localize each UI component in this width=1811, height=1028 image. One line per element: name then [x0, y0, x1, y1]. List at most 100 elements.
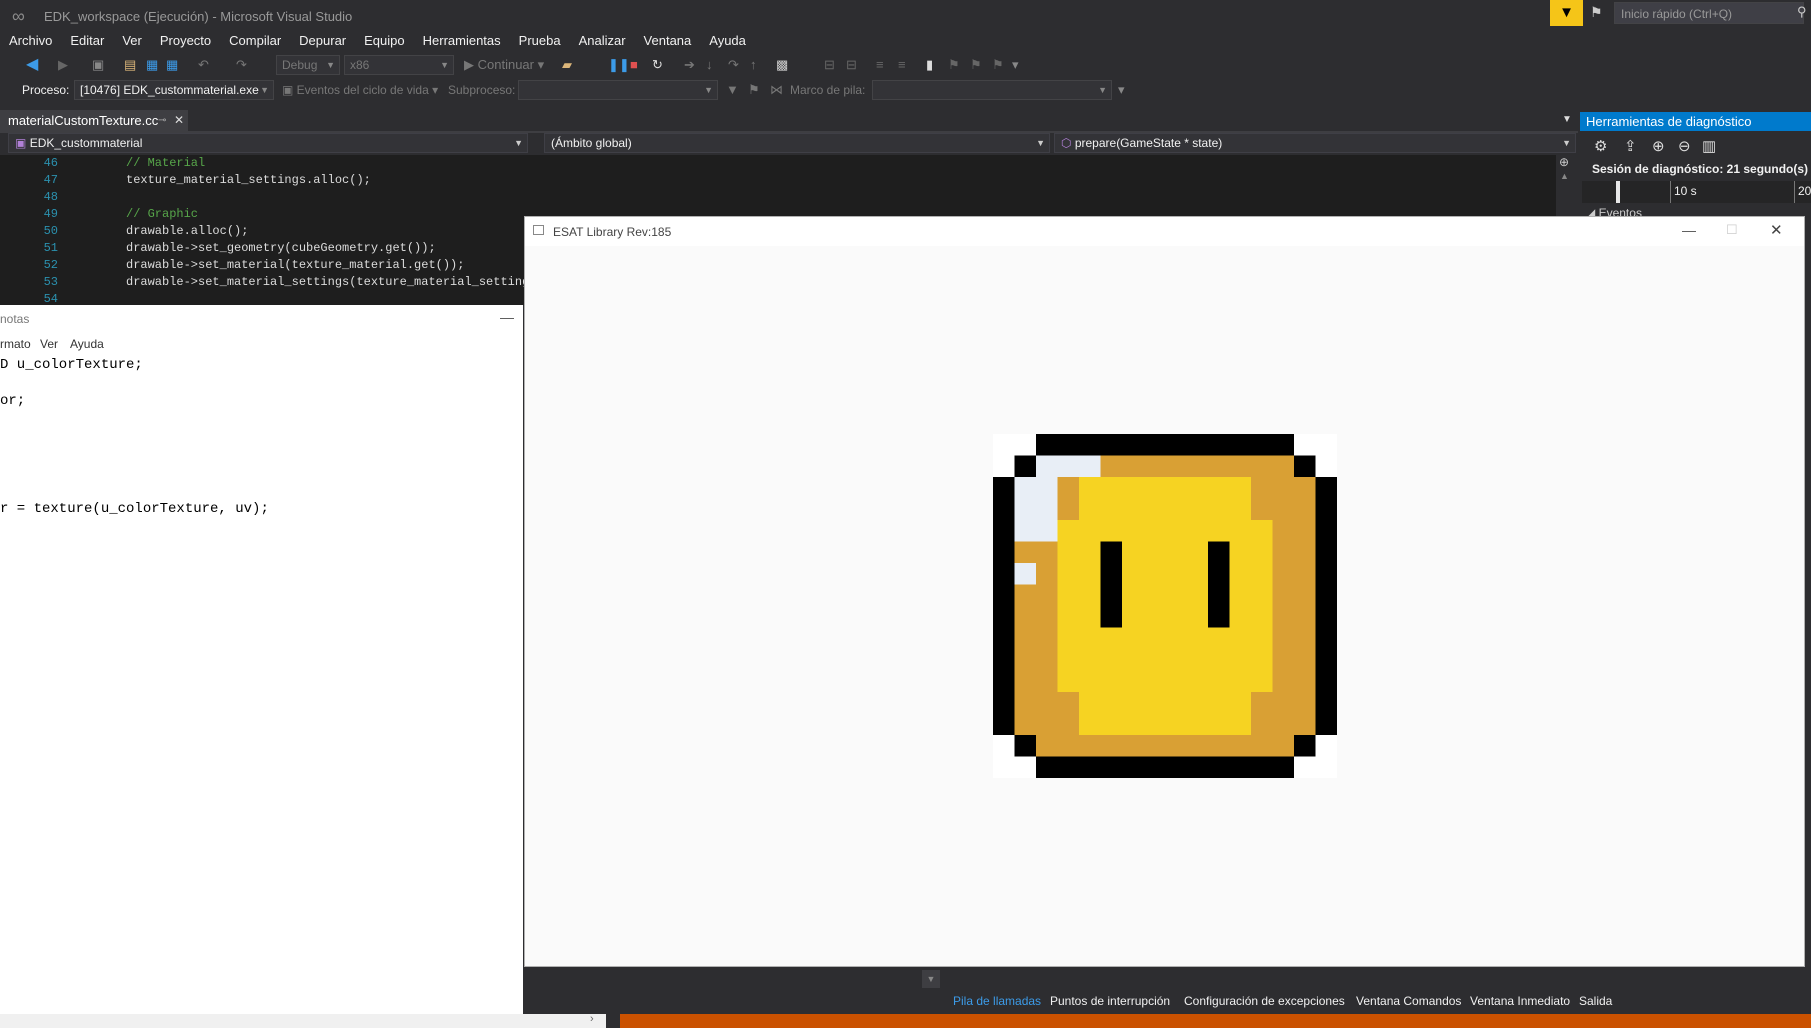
code-line[interactable]: // Graphic: [126, 207, 198, 221]
feedback-icon[interactable]: ⚑: [1590, 4, 1610, 22]
tab-call-stack[interactable]: Pila de llamadas: [953, 990, 1041, 1012]
menu-equipo[interactable]: Equipo: [355, 30, 413, 52]
toolbar-overflow-icon[interactable]: ▾: [1012, 54, 1019, 76]
zoom-in-icon[interactable]: ⊕: [1652, 137, 1665, 155]
notepad-menu-ayuda[interactable]: Ayuda: [70, 337, 104, 351]
menu-compilar[interactable]: Compilar: [220, 30, 290, 52]
save-icon[interactable]: ▦: [146, 54, 158, 76]
align-left-icon[interactable]: ⊟: [824, 54, 835, 76]
notepad-menu-ver[interactable]: Ver: [40, 337, 58, 351]
pin-icon[interactable]: ⊸: [158, 110, 166, 131]
close-icon[interactable]: ✕: [1770, 221, 1783, 239]
step-out-icon[interactable]: ↑: [750, 54, 757, 76]
restart-icon[interactable]: ↻: [652, 54, 663, 76]
coin-eye-left: [1100, 541, 1122, 628]
search-icon[interactable]: ⚲: [1797, 4, 1807, 20]
uncomment-icon[interactable]: ≡: [898, 54, 906, 76]
next-bookmark-icon[interactable]: ⚑: [970, 54, 982, 76]
minimize-icon[interactable]: —: [500, 309, 514, 325]
flag-filter-icon[interactable]: ▼: [726, 79, 739, 101]
thread-select[interactable]: ▼: [518, 80, 718, 100]
notepad-horizontal-scrollbar[interactable]: ›: [0, 1013, 606, 1028]
scope-combo[interactable]: (Ámbito global) ▼: [544, 133, 1050, 153]
open-folder-icon[interactable]: ▤: [124, 54, 136, 76]
flag-thread-icon[interactable]: ⚑: [748, 79, 760, 101]
menu-analizar[interactable]: Analizar: [570, 30, 635, 52]
close-tab-icon[interactable]: ✕: [174, 110, 184, 131]
notepad-window[interactable]: [0, 305, 523, 1028]
minimize-icon[interactable]: —: [1682, 222, 1696, 238]
coin-outline: [993, 477, 1015, 735]
new-project-icon[interactable]: ▣: [92, 54, 104, 76]
maximize-icon[interactable]: ☐: [1726, 222, 1738, 238]
settings-icon[interactable]: ⚙: [1594, 137, 1607, 155]
platform-select[interactable]: x86 ▼: [344, 55, 454, 75]
menu-ver[interactable]: Ver: [113, 30, 151, 52]
code-line[interactable]: // Material: [126, 156, 205, 170]
zoom-out-icon[interactable]: ⊖: [1678, 137, 1691, 155]
code-line[interactable]: drawable->set_material_settings(texture_…: [126, 275, 536, 289]
tab-label: materialCustomTexture.cc: [8, 113, 159, 128]
comment-icon[interactable]: ≡: [876, 54, 884, 76]
align-right-icon[interactable]: ⊟: [846, 54, 857, 76]
project-combo[interactable]: ▣ EDK_custommaterial ▼: [8, 133, 528, 153]
timeline-cursor[interactable]: [1616, 181, 1620, 203]
prev-bookmark-icon[interactable]: ⚑: [948, 54, 960, 76]
coin-shine: [1014, 563, 1036, 585]
step-over-icon[interactable]: ↷: [728, 54, 739, 76]
code-line[interactable]: drawable->set_geometry(cubeGeometry.get(…: [126, 241, 436, 255]
attach-icon[interactable]: ▰: [562, 54, 572, 76]
notification-filter-icon[interactable]: ▼: [1550, 0, 1583, 26]
notepad-title-bar: notas —: [0, 305, 523, 333]
bookmark-icon[interactable]: ▮: [926, 54, 933, 76]
menu-depurar[interactable]: Depurar: [290, 30, 355, 52]
menu-proyecto[interactable]: Proyecto: [151, 30, 220, 52]
tab-immediate-window[interactable]: Ventana Inmediato: [1470, 990, 1570, 1012]
code-line[interactable]: texture_material_settings.alloc();: [126, 173, 371, 187]
notepad-menu-formato[interactable]: rmato: [0, 337, 31, 351]
split-icon[interactable]: ⊕: [1559, 155, 1569, 169]
toolbar2-overflow-icon[interactable]: ▾: [1118, 79, 1125, 101]
export-icon[interactable]: ⇪: [1624, 137, 1637, 155]
reset-view-icon[interactable]: ▥: [1702, 137, 1716, 155]
scroll-up-icon[interactable]: ▲: [1560, 171, 1569, 181]
coin-sprite: [993, 434, 1337, 778]
stop-icon[interactable]: ■: [630, 54, 638, 76]
clear-bookmarks-icon[interactable]: ⚑: [992, 54, 1004, 76]
scroll-right-icon[interactable]: ›: [590, 1013, 594, 1025]
diagnostic-timeline[interactable]: 10 s 20: [1582, 181, 1811, 203]
forward-icon[interactable]: ▶: [58, 54, 68, 76]
continue-button[interactable]: ▶ Continuar ▾: [464, 54, 544, 76]
menu-prueba[interactable]: Prueba: [510, 30, 570, 52]
menu-archivo[interactable]: Archivo: [0, 30, 61, 52]
redo-icon[interactable]: ↷: [236, 54, 247, 76]
show-threads-icon[interactable]: ⋈: [770, 79, 783, 101]
show-next-statement-icon[interactable]: ➔: [684, 54, 695, 76]
tab-command-window[interactable]: Ventana Comandos: [1356, 990, 1461, 1012]
lifecycle-events-button[interactable]: ▣ Eventos del ciclo de vida ▾: [282, 79, 438, 101]
save-all-icon[interactable]: ▦: [166, 54, 178, 76]
hex-display-icon[interactable]: ▩: [776, 54, 788, 76]
menu-editar[interactable]: Editar: [61, 30, 113, 52]
tab-output[interactable]: Salida: [1579, 990, 1612, 1012]
tab-breakpoints[interactable]: Puntos de interrupción: [1050, 990, 1170, 1012]
tab-exception-settings[interactable]: Configuración de excepciones: [1184, 990, 1345, 1012]
pause-icon[interactable]: ❚❚: [608, 54, 630, 76]
process-select[interactable]: [10476] EDK_custommaterial.exe ▼: [74, 80, 274, 100]
dropdown-icon[interactable]: ▼: [922, 970, 940, 988]
stack-frame-select[interactable]: ▼: [872, 80, 1112, 100]
quick-launch-input[interactable]: Inicio rápido (Ctrl+Q): [1614, 2, 1804, 24]
menu-herramientas[interactable]: Herramientas: [414, 30, 510, 52]
diagnostics-panel-header[interactable]: Herramientas de diagnóstico: [1580, 112, 1811, 131]
code-line[interactable]: drawable.alloc();: [126, 224, 248, 238]
undo-icon[interactable]: ↶: [198, 54, 209, 76]
step-into-icon[interactable]: ↓: [706, 54, 713, 76]
back-icon[interactable]: ◀: [26, 54, 38, 76]
tab-overflow-icon[interactable]: ▼: [1562, 114, 1572, 125]
code-line[interactable]: drawable->set_material(texture_material.…: [126, 258, 464, 272]
config-select[interactable]: Debug ▼: [276, 55, 340, 75]
menu-ventana[interactable]: Ventana: [635, 30, 701, 52]
menu-ayuda[interactable]: Ayuda: [700, 30, 755, 52]
member-combo[interactable]: ⬡ prepare(GameState * state) ▼: [1054, 133, 1576, 153]
tab-materialcustomtexture[interactable]: materialCustomTexture.cc ⊸ ✕: [0, 110, 188, 131]
